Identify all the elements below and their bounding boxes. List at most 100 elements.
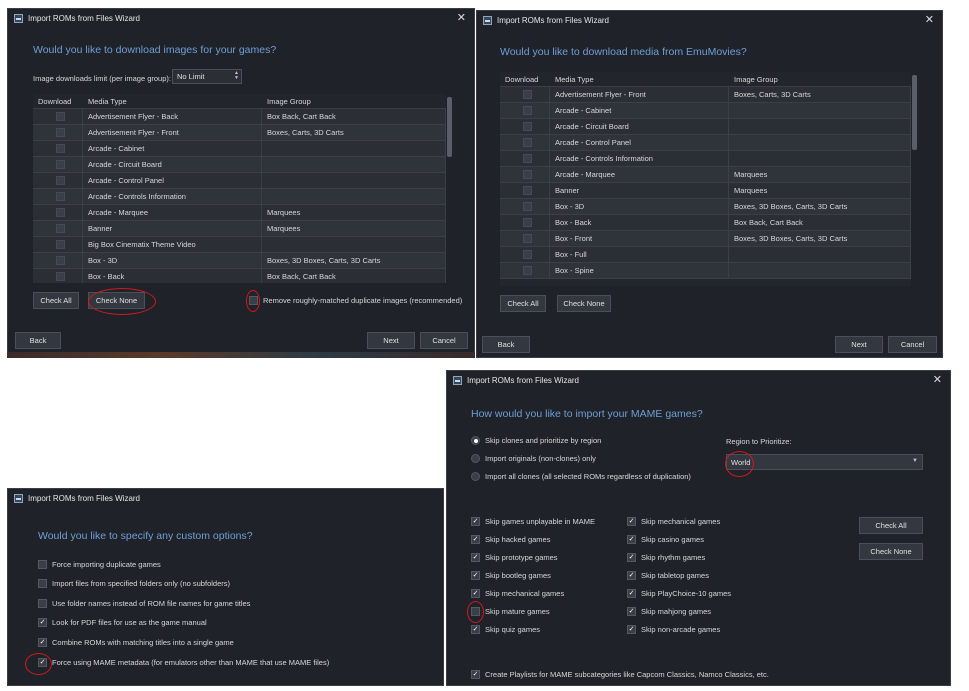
check-icon[interactable]: ✓	[38, 638, 47, 647]
table-row[interactable]: Banner Marquees	[500, 183, 918, 199]
remove-dupes-checkbox[interactable]: Remove roughly-matched duplicate images …	[249, 296, 462, 305]
row-checkbox[interactable]	[522, 90, 532, 99]
table-row[interactable]: Box - Front Boxes, 3D Boxes, Carts, 3D Ca…	[500, 231, 918, 247]
table-row[interactable]: Arcade - Control Panel	[33, 173, 453, 189]
radio-button[interactable]	[471, 436, 480, 445]
skip-playchoice[interactable]: ✓ Skip PlayChoice-10 games	[627, 589, 731, 598]
check-icon[interactable]: ✓	[627, 607, 636, 616]
option-specified-folders[interactable]: Import files from specified folders only…	[38, 579, 230, 588]
cancel-button[interactable]: Cancel	[888, 336, 937, 353]
table-row[interactable]: Arcade - Circuit Board	[500, 119, 918, 135]
check-icon[interactable]: ✓	[627, 589, 636, 598]
row-checkbox[interactable]	[55, 176, 65, 185]
table-row[interactable]: Arcade - Controls Information	[33, 189, 453, 205]
row-checkbox[interactable]	[55, 256, 65, 265]
table-row[interactable]: Box - Full	[500, 247, 918, 263]
col-media-type[interactable]: Media Type	[83, 94, 262, 108]
checkbox-box[interactable]	[38, 579, 47, 588]
row-checkbox[interactable]	[55, 112, 65, 121]
check-icon[interactable]: ✓	[471, 589, 480, 598]
row-checkbox[interactable]	[522, 250, 532, 259]
skip-casino[interactable]: ✓ Skip casino games	[627, 535, 704, 544]
row-checkbox[interactable]	[55, 240, 65, 249]
skip-quiz[interactable]: ✓ Skip quiz games	[471, 625, 540, 634]
option-combine-roms[interactable]: ✓ Combine ROMs with matching titles into…	[38, 638, 234, 647]
row-checkbox[interactable]	[522, 106, 532, 115]
row-checkbox[interactable]	[522, 186, 532, 195]
row-checkbox[interactable]	[55, 224, 65, 233]
table-row[interactable]: Arcade - Circuit Board	[33, 157, 453, 173]
row-checkbox[interactable]	[522, 122, 532, 131]
row-checkbox[interactable]	[522, 170, 532, 179]
limit-spinbox[interactable]: No Limit ▲ ▼	[172, 69, 242, 84]
table-row[interactable]: Box - Spine	[500, 263, 918, 279]
check-icon[interactable]: ✓	[471, 553, 480, 562]
check-icon[interactable]: ✓	[471, 670, 480, 679]
col-download[interactable]: Download	[33, 94, 83, 108]
spin-arrows-icon[interactable]: ▲ ▼	[234, 71, 239, 81]
radio-skip-clones[interactable]: Skip clones and prioritize by region	[471, 436, 601, 445]
skip-non-arcade[interactable]: ✓ Skip non-arcade games	[627, 625, 720, 634]
row-checkbox[interactable]	[55, 272, 65, 281]
option-force-duplicates[interactable]: Force importing duplicate games	[38, 560, 161, 569]
check-icon[interactable]: ✓	[627, 553, 636, 562]
row-checkbox[interactable]	[55, 128, 65, 137]
check-icon[interactable]: ✓	[627, 517, 636, 526]
radio-originals-only[interactable]: Import originals (non-clones) only	[471, 454, 596, 463]
skip-rhythm[interactable]: ✓ Skip rhythm games	[627, 553, 705, 562]
check-none-button[interactable]: Check None	[557, 295, 611, 312]
table-row[interactable]: Advertisement Flyer - Front Boxes, Carts,…	[33, 125, 453, 141]
check-icon[interactable]: ✓	[38, 618, 47, 627]
option-folder-names[interactable]: Use folder names instead of ROM file nam…	[38, 599, 250, 608]
row-checkbox[interactable]	[55, 160, 65, 169]
table-row[interactable]: Box - Back Box Back, Cart Back	[33, 269, 453, 283]
skip-unplayable[interactable]: ✓ Skip games unplayable in MAME	[471, 517, 595, 526]
table-row[interactable]: Arcade - Marquee Marquees	[33, 205, 453, 221]
skip-mechanical[interactable]: ✓ Skip mechanical games	[471, 589, 564, 598]
table-row[interactable]: Big Box Cinematix Theme Video	[33, 237, 453, 253]
radio-all-clones[interactable]: Import all clones (all selected ROMs reg…	[471, 472, 691, 481]
close-icon[interactable]: ✕	[933, 373, 942, 386]
checkbox-box[interactable]	[38, 599, 47, 608]
back-button[interactable]: Back	[15, 332, 61, 349]
row-checkbox[interactable]	[522, 154, 532, 163]
table-row[interactable]: Arcade - Cabinet	[33, 141, 453, 157]
check-icon[interactable]: ✓	[471, 517, 480, 526]
row-checkbox[interactable]	[55, 192, 65, 201]
option-pdf-manual[interactable]: ✓ Look for PDF files for use as the game…	[38, 618, 207, 627]
table-scrollbar[interactable]	[446, 94, 453, 283]
close-icon[interactable]: ✕	[457, 11, 466, 24]
option-mame-metadata[interactable]: ✓ Force using MAME metadata (for emulato…	[38, 658, 329, 667]
table-row[interactable]: Arcade - Control Panel	[500, 135, 918, 151]
next-button[interactable]: Next	[367, 332, 415, 349]
row-checkbox[interactable]	[522, 234, 532, 243]
skip-tabletop[interactable]: ✓ Skip tabletop games	[627, 571, 709, 580]
table-row[interactable]: Arcade - Marquee Marquees	[500, 167, 918, 183]
check-icon[interactable]: ✓	[627, 535, 636, 544]
check-none-button[interactable]: Check None	[859, 543, 923, 560]
check-icon[interactable]: ✓	[627, 625, 636, 634]
col-download[interactable]: Download	[500, 72, 550, 86]
table-row[interactable]: Banner Marquees	[33, 221, 453, 237]
table-row[interactable]: Arcade - Cabinet	[500, 103, 918, 119]
check-all-button[interactable]: Check All	[33, 292, 79, 309]
skip-mahjong[interactable]: ✓ Skip mahjong games	[627, 607, 711, 616]
cancel-button[interactable]: Cancel	[420, 332, 468, 349]
skip-mechanical-right[interactable]: ✓ Skip mechanical games	[627, 517, 720, 526]
next-button[interactable]: Next	[835, 336, 883, 353]
radio-button[interactable]	[471, 454, 480, 463]
check-all-button[interactable]: Check All	[859, 517, 923, 534]
row-checkbox[interactable]	[55, 208, 65, 217]
table-scrollbar[interactable]	[911, 72, 918, 286]
chevron-down-icon[interactable]: ▼	[912, 458, 918, 464]
check-icon[interactable]: ✓	[471, 625, 480, 634]
skip-bootleg[interactable]: ✓ Skip bootleg games	[471, 571, 551, 580]
skip-prototype[interactable]: ✓ Skip prototype games	[471, 553, 558, 562]
table-row[interactable]: Box - 3D Boxes, 3D Boxes, Carts, 3D Carts	[500, 199, 918, 215]
row-checkbox[interactable]	[522, 138, 532, 147]
scrollbar-thumb[interactable]	[912, 75, 917, 150]
check-icon[interactable]: ✓	[471, 571, 480, 580]
back-button[interactable]: Back	[482, 336, 530, 353]
scrollbar-thumb[interactable]	[447, 97, 452, 157]
row-checkbox[interactable]	[522, 266, 532, 275]
